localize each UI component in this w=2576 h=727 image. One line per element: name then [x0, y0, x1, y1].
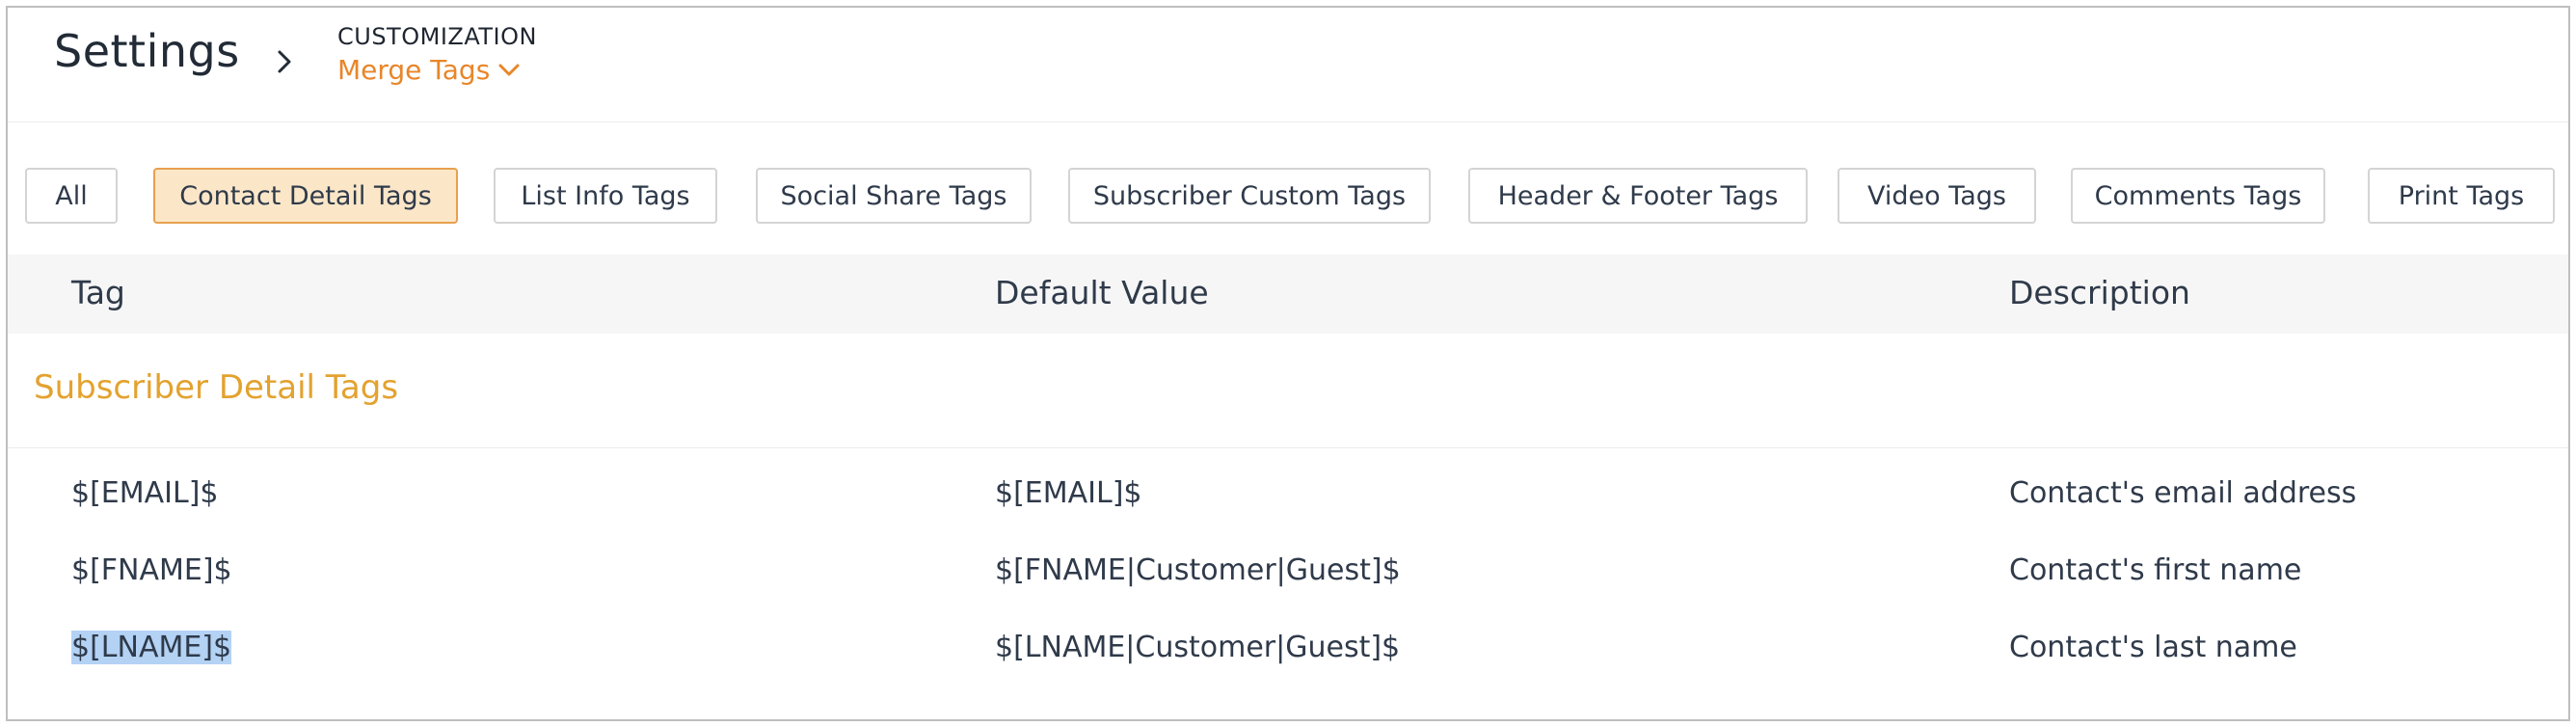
column-header-default-value: Default Value	[995, 274, 1209, 311]
table-row: $[LNAME]$ $[LNAME|Customer|Guest]$ Conta…	[8, 611, 2568, 688]
tag-filter-bar: All Contact Detail Tags List Info Tags S…	[8, 121, 2568, 256]
filter-subscriber-custom-tags-button[interactable]: Subscriber Custom Tags	[1068, 168, 1431, 224]
table-row: $[FNAME]$ $[FNAME|Customer|Guest]$ Conta…	[8, 534, 2568, 611]
breadcrumb-section: CUSTOMIZATION	[337, 23, 537, 50]
description-cell: Contact's email address	[2009, 476, 2357, 510]
filter-list-info-tags-button[interactable]: List Info Tags	[494, 168, 717, 224]
description-cell: Contact's first name	[2009, 553, 2302, 587]
page-selector-label: Merge Tags	[337, 54, 491, 86]
default-value-cell[interactable]: $[EMAIL]$	[995, 476, 1142, 510]
default-value-cell[interactable]: $[LNAME|Customer|Guest]$	[995, 631, 1400, 664]
description-cell: Contact's last name	[2009, 631, 2297, 664]
tag-cell[interactable]: $[LNAME]$	[71, 631, 232, 664]
tag-cell[interactable]: $[EMAIL]$	[71, 476, 219, 510]
table-header: Tag Default Value Description	[8, 255, 2568, 334]
page-title: Settings	[54, 25, 240, 77]
selected-text[interactable]: $[LNAME]$	[71, 631, 232, 664]
filter-video-tags-button[interactable]: Video Tags	[1838, 168, 2036, 224]
filter-comments-tags-button[interactable]: Comments Tags	[2071, 168, 2325, 224]
filter-print-tags-button[interactable]: Print Tags	[2368, 168, 2555, 224]
filter-social-share-tags-button[interactable]: Social Share Tags	[756, 168, 1032, 224]
chevron-right-icon	[270, 42, 299, 81]
group-title: Subscriber Detail Tags	[34, 368, 399, 407]
filter-all-button[interactable]: All	[25, 168, 118, 224]
page-header: Settings CUSTOMIZATION Merge Tags	[8, 8, 2568, 122]
tag-cell[interactable]: $[FNAME]$	[71, 553, 232, 587]
filter-contact-detail-tags-button[interactable]: Contact Detail Tags	[153, 168, 458, 224]
table-row: $[EMAIL]$ $[EMAIL]$ Contact's email addr…	[8, 457, 2568, 534]
page-selector-dropdown[interactable]: Merge Tags	[337, 54, 521, 86]
filter-header-footer-tags-button[interactable]: Header & Footer Tags	[1468, 168, 1808, 224]
default-value-cell[interactable]: $[FNAME|Customer|Guest]$	[995, 553, 1401, 587]
settings-panel: Settings CUSTOMIZATION Merge Tags All Co…	[6, 6, 2570, 721]
chevron-down-icon	[497, 54, 521, 86]
column-header-description: Description	[2009, 274, 2190, 311]
group-divider	[8, 447, 2568, 448]
column-header-tag: Tag	[71, 274, 125, 311]
